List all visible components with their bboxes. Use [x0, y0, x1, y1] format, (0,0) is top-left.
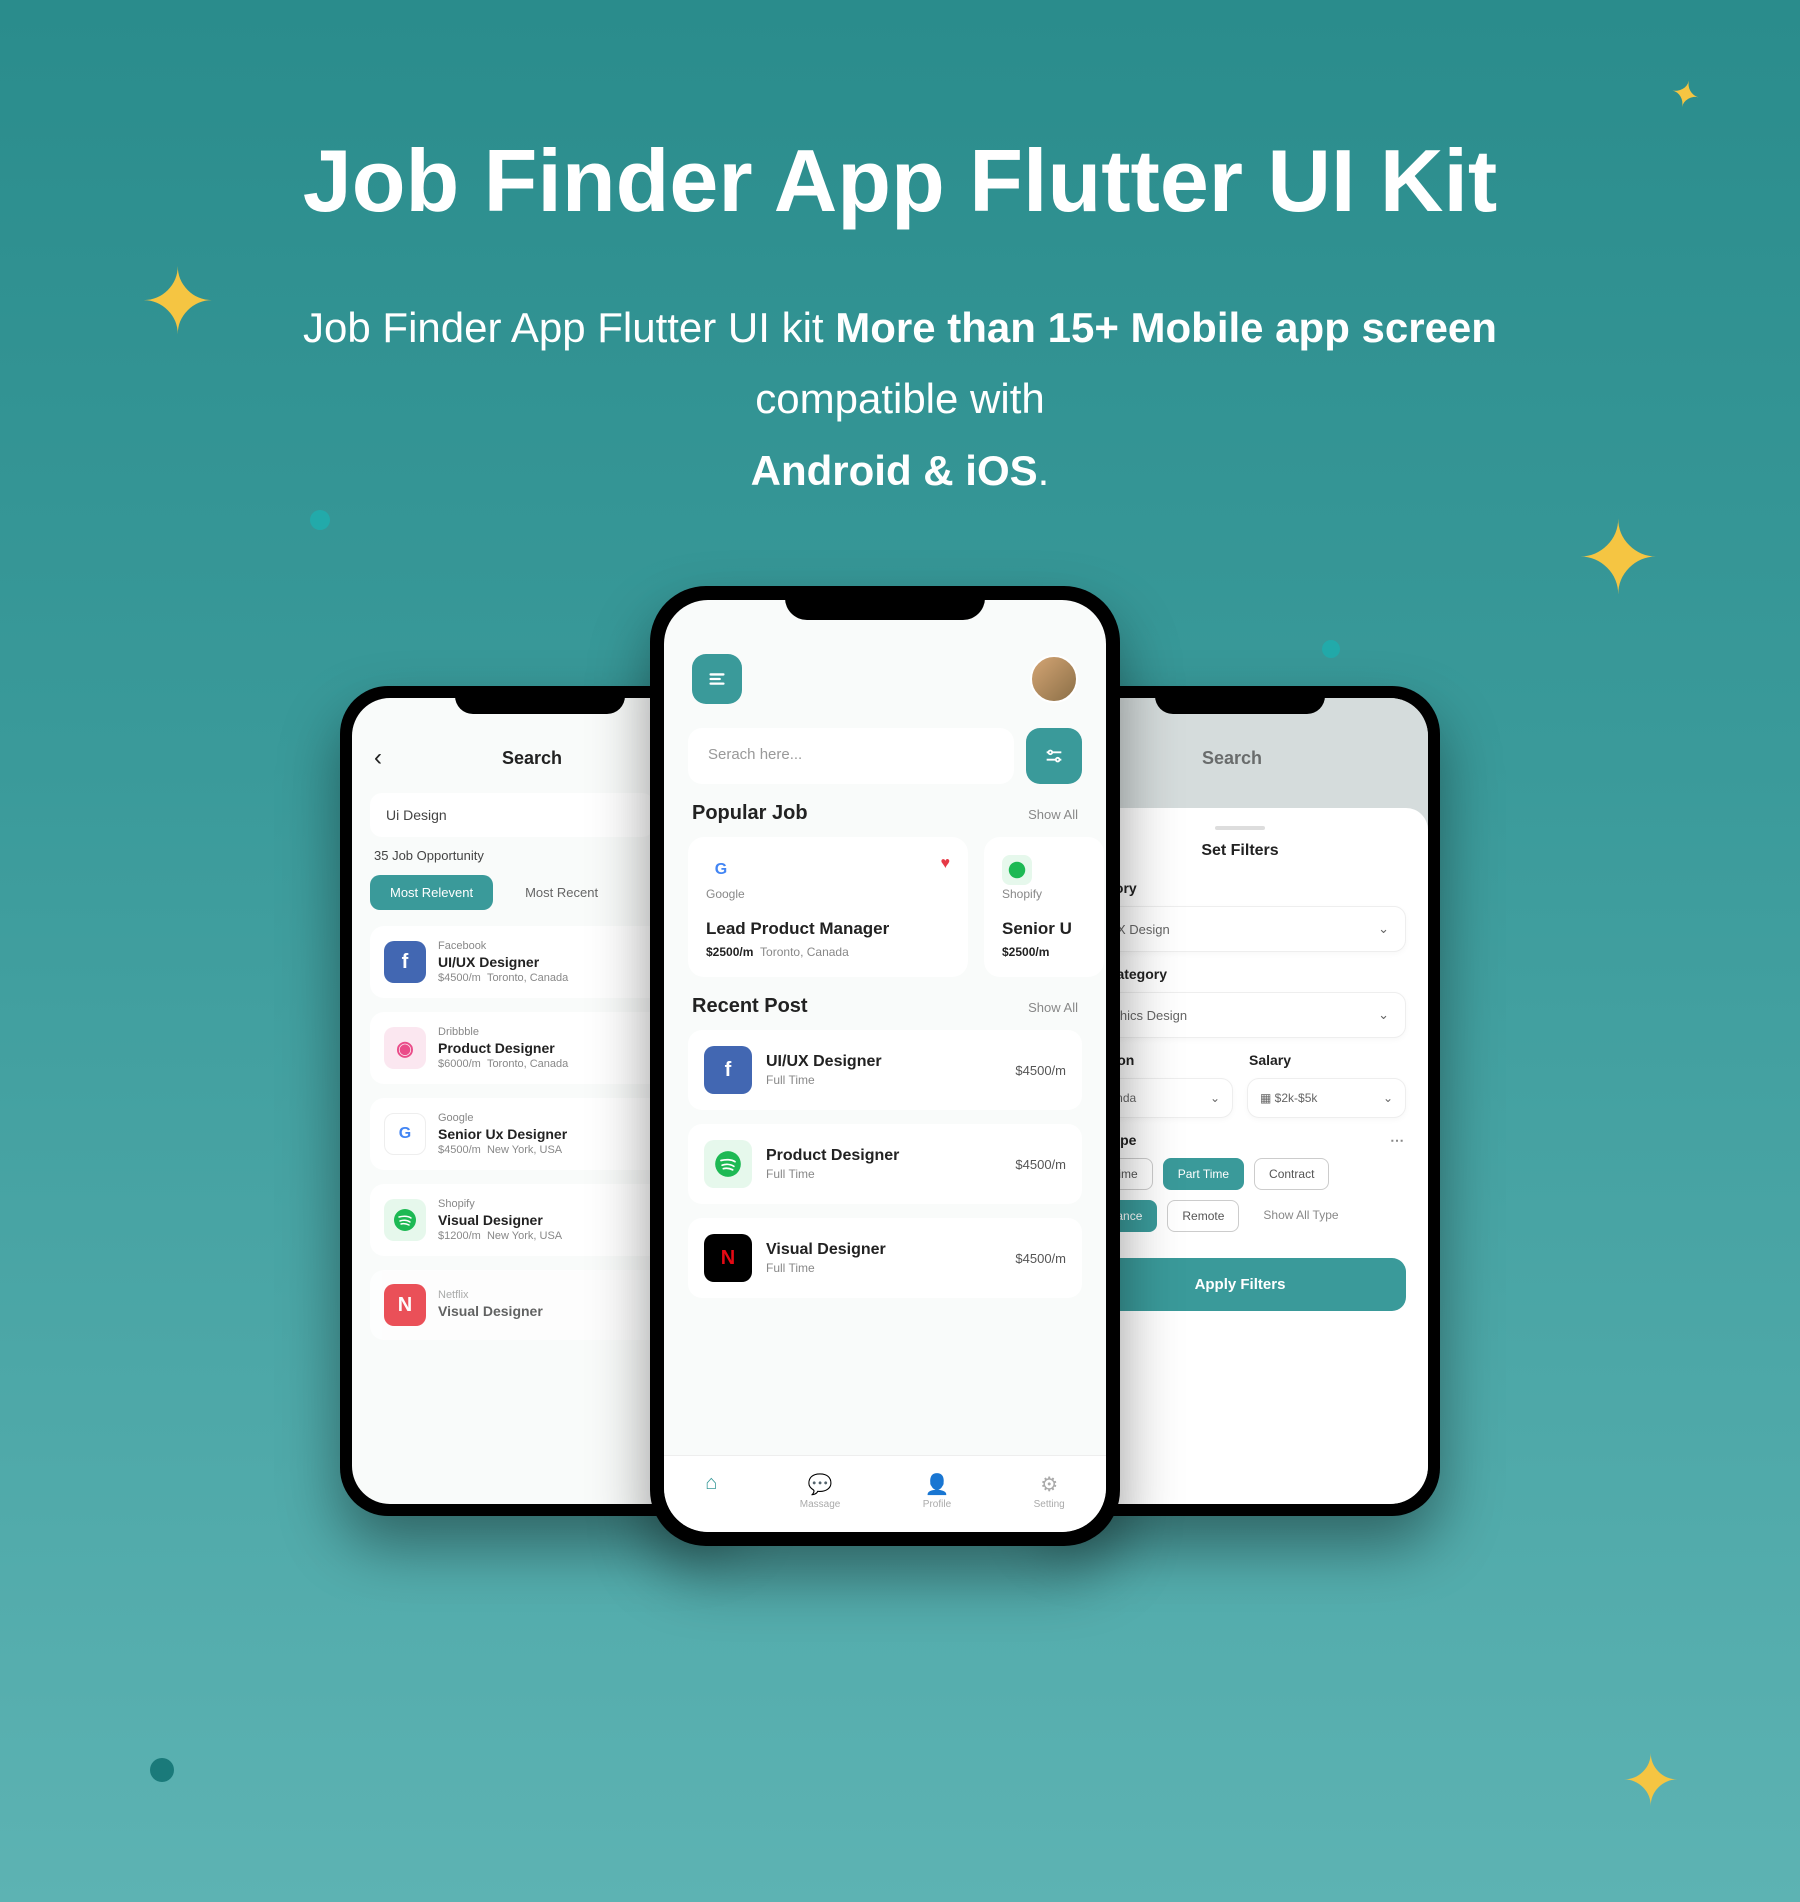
tab-most-recent[interactable]: Most Recent	[505, 875, 618, 910]
gear-icon: ⚙	[1040, 1472, 1058, 1497]
company-name: Google	[706, 887, 745, 901]
select-subcategory[interactable]: Graphics Design ⌄	[1074, 992, 1406, 1038]
sparkle-icon: ✦	[140, 250, 215, 355]
section-title-recent: Recent Post	[692, 995, 808, 1018]
spotify-icon	[1002, 855, 1032, 885]
netflix-icon: N	[704, 1234, 752, 1282]
job-role: Senior U	[1002, 919, 1086, 939]
popular-job-card[interactable]: G Google ♥ Lead Product Manager $2500/m …	[688, 837, 968, 977]
chevron-down-icon: ⌄	[1210, 1091, 1220, 1105]
show-all-link[interactable]: Show All	[1028, 1000, 1078, 1015]
job-type-part-time[interactable]: Part Time	[1163, 1158, 1244, 1190]
menu-icon	[706, 668, 728, 690]
sliders-icon	[1043, 745, 1065, 767]
decor-dot	[310, 510, 330, 530]
sheet-title: Set Filters	[1074, 842, 1406, 860]
home-icon: ⌂	[705, 1472, 717, 1495]
facebook-icon: f	[704, 1046, 752, 1094]
nav-home[interactable]: ⌂	[705, 1472, 717, 1510]
google-icon: G	[384, 1113, 426, 1155]
show-all-link[interactable]: Show All	[1028, 807, 1078, 822]
bottom-nav: ⌂ 💬Massage 👤Profile ⚙Setting	[664, 1455, 1106, 1532]
search-input[interactable]: Serach here...	[688, 728, 1014, 784]
job-role: UI/UX Designer	[766, 1053, 1001, 1071]
job-salary: $4500/m	[1015, 1251, 1066, 1266]
google-icon: G	[706, 855, 736, 885]
popular-job-card[interactable]: Shopify Senior U $2500/m	[984, 837, 1104, 977]
more-icon[interactable]: ⋯	[1390, 1132, 1404, 1149]
spotify-icon	[704, 1140, 752, 1188]
facebook-icon: f	[384, 941, 426, 983]
job-role: Visual Designer	[766, 1241, 1001, 1259]
spotify-icon	[384, 1199, 426, 1241]
recent-job-card[interactable]: Product Designer Full Time $4500/m	[688, 1124, 1082, 1204]
label-category: Category	[1076, 880, 1404, 896]
job-role: Lead Product Manager	[706, 919, 950, 939]
phone-home: Serach here... Popular Job Show All G Go…	[650, 586, 1120, 1546]
recent-job-card[interactable]: f UI/UX Designer Full Time $4500/m	[688, 1030, 1082, 1110]
hero-subtitle: Job Finder App Flutter UI kit More than …	[0, 292, 1800, 506]
favorite-button[interactable]: ♥	[941, 855, 951, 873]
job-salary: $4500/m	[1015, 1157, 1066, 1172]
menu-button[interactable]	[692, 654, 742, 704]
search-input[interactable]: Ui Design	[370, 793, 654, 837]
filter-button[interactable]	[1026, 728, 1082, 784]
nav-massage[interactable]: 💬Massage	[800, 1472, 841, 1510]
nav-profile[interactable]: 👤Profile	[923, 1472, 951, 1510]
user-icon: 👤	[925, 1472, 950, 1497]
job-type: Full Time	[766, 1073, 1001, 1087]
hero-title: Job Finder App Flutter UI Kit	[0, 0, 1800, 232]
apply-filters-button[interactable]: Apply Filters	[1074, 1258, 1406, 1311]
dribbble-icon: ◉	[384, 1027, 426, 1069]
show-all-types[interactable]: Show All Type	[1249, 1200, 1352, 1232]
company-name: Shopify	[1002, 887, 1042, 901]
sparkle-icon: ✦	[1621, 1740, 1680, 1822]
tab-most-relevant[interactable]: Most Relevent	[370, 875, 493, 910]
job-role: Product Designer	[766, 1147, 1001, 1165]
avatar[interactable]	[1030, 655, 1078, 703]
netflix-icon: N	[384, 1284, 426, 1326]
decor-dot	[150, 1758, 174, 1782]
label-job-type: Job Type ⋯	[1076, 1132, 1404, 1148]
label-salary: Salary	[1249, 1052, 1404, 1068]
page-title: Search	[1082, 748, 1382, 769]
label-subcategory: Sub Category	[1076, 966, 1404, 982]
chevron-down-icon: ⌄	[1378, 921, 1389, 937]
chevron-down-icon: ⌄	[1378, 1007, 1389, 1023]
nav-setting[interactable]: ⚙Setting	[1034, 1472, 1065, 1510]
chat-icon: 💬	[808, 1472, 833, 1497]
job-type-contract[interactable]: Contract	[1254, 1158, 1329, 1190]
section-title-popular: Popular Job	[692, 802, 808, 825]
job-salary: $4500/m	[1015, 1063, 1066, 1078]
job-type: Full Time	[766, 1167, 1001, 1181]
select-category[interactable]: UI/UX Design ⌄	[1074, 906, 1406, 952]
job-type-remote[interactable]: Remote	[1167, 1200, 1239, 1232]
job-type: Full Time	[766, 1261, 1001, 1275]
sheet-handle[interactable]	[1215, 826, 1265, 830]
back-button[interactable]: ‹	[374, 744, 382, 772]
recent-job-card[interactable]: N Visual Designer Full Time $4500/m	[688, 1218, 1082, 1298]
page-title: Search	[382, 748, 682, 769]
chevron-down-icon: ⌄	[1383, 1091, 1393, 1105]
select-salary[interactable]: ▦ $2k-$5k ⌄	[1247, 1078, 1406, 1118]
